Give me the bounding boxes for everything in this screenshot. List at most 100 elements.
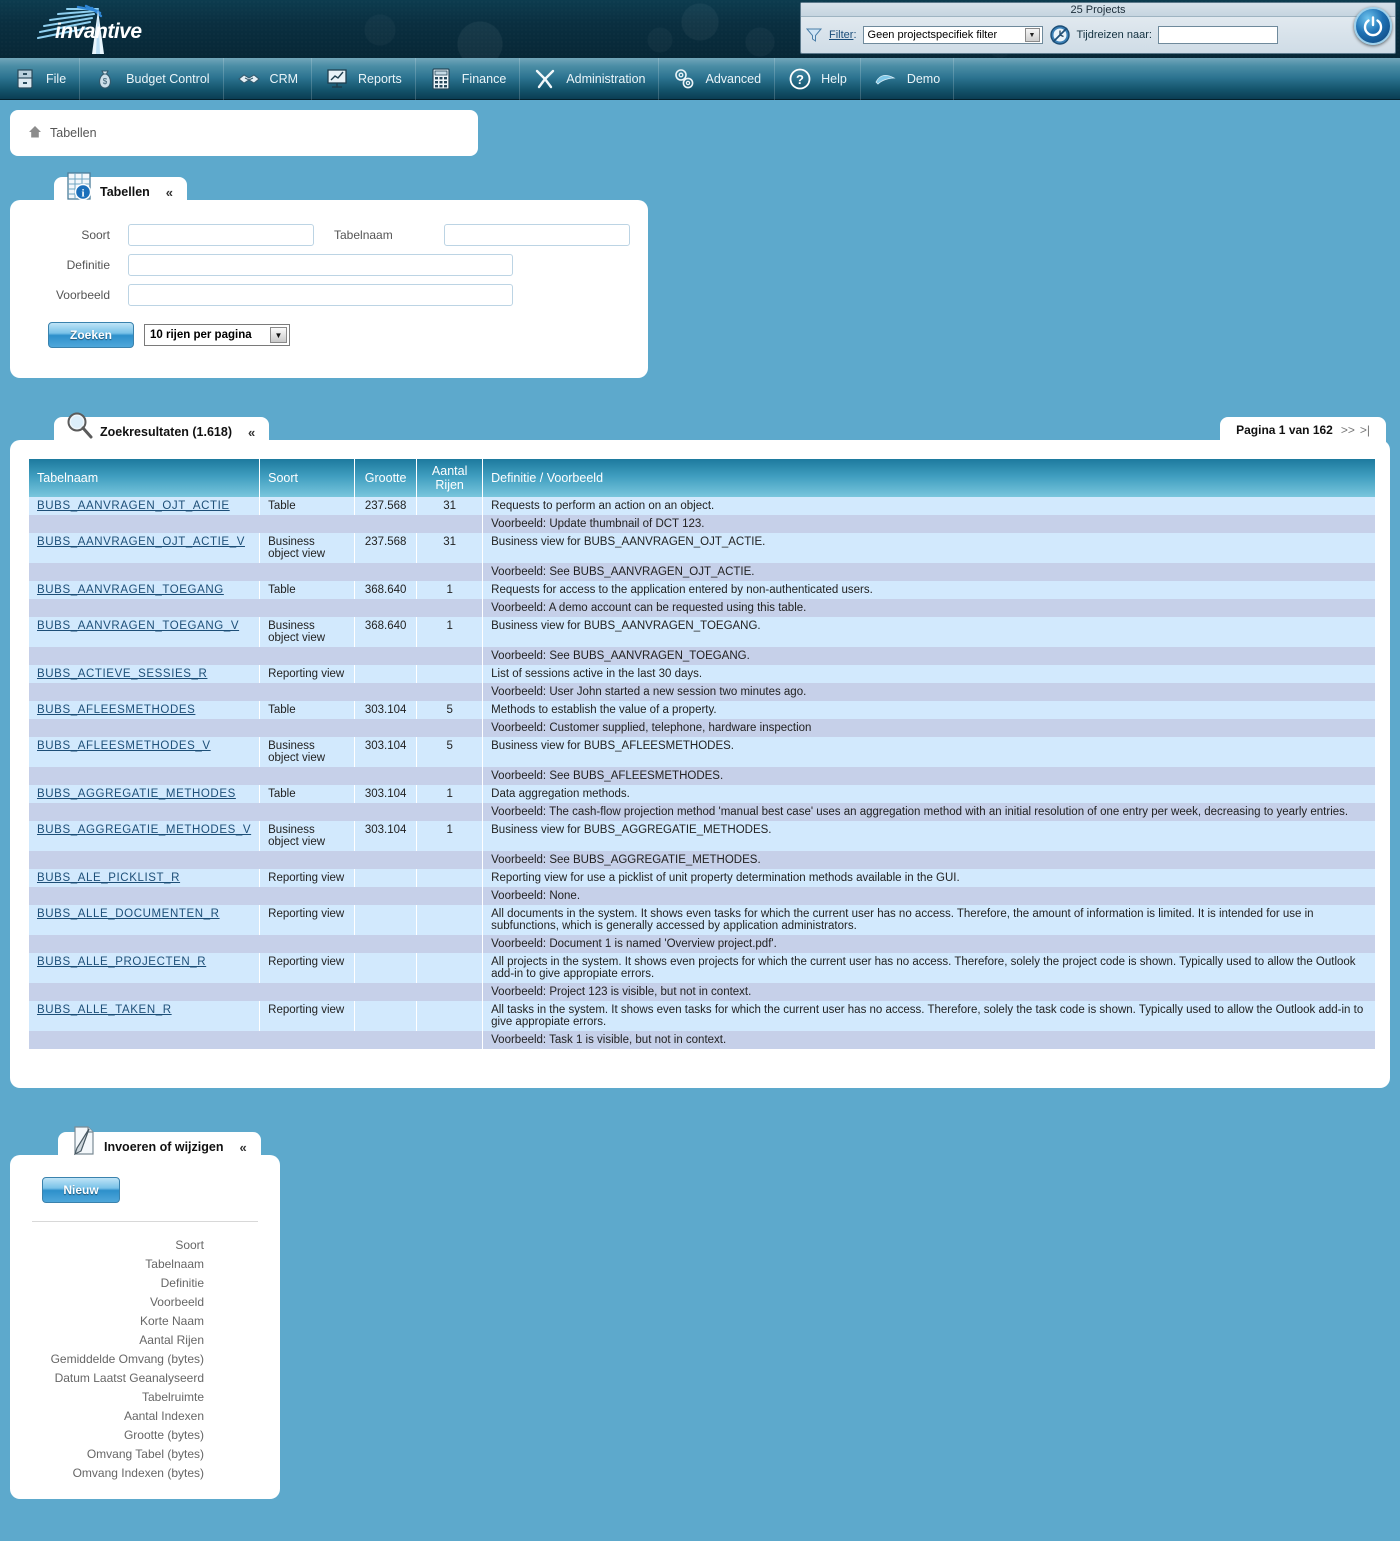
cell-tabelnaam: BUBS_AFLEESMETHODES <box>29 701 261 719</box>
search-panel-tab[interactable]: i Tabellen « <box>54 172 188 207</box>
new-button[interactable]: Nieuw <box>42 1177 120 1203</box>
cell-grootte <box>354 869 418 887</box>
rows-per-page-select[interactable]: 10 rijen per pagina ▼ <box>144 324 290 346</box>
tools-icon <box>533 67 557 91</box>
cell-spacer <box>29 935 484 953</box>
handshake-icon <box>237 67 261 91</box>
column-header-aantal-rijen[interactable]: Aantal Rijen <box>416 459 484 497</box>
cell-spacer <box>29 767 484 785</box>
table-name-link[interactable]: BUBS_AANVRAGEN_TOEGANG_V <box>37 620 239 632</box>
column-header-grootte[interactable]: Grootte <box>354 459 418 497</box>
cell-spacer <box>29 647 484 665</box>
calculator-icon <box>429 67 453 91</box>
table-name-link[interactable]: BUBS_AANVRAGEN_OJT_ACTIE <box>37 500 230 512</box>
table-name-link[interactable]: BUBS_AANVRAGEN_OJT_ACTIE_V <box>37 536 245 548</box>
table-name-link[interactable]: BUBS_ACTIEVE_SESSIES_R <box>37 668 207 680</box>
time-travel-label: Tijdreizen naar: <box>1076 29 1152 41</box>
table-row: BUBS_AANVRAGEN_TOEGANG Table 368.640 1 Reque… <box>29 581 1375 599</box>
project-filter-select[interactable]: Geen projectspecifiek filter ▼ <box>862 26 1043 44</box>
question-icon: ? <box>788 67 812 91</box>
table-name-link[interactable]: BUBS_AANVRAGEN_TOEGANG <box>37 584 224 596</box>
menu-item-reports[interactable]: Reports <box>312 57 416 100</box>
cell-tabelnaam: BUBS_AANVRAGEN_OJT_ACTIE_V <box>29 533 261 563</box>
table-name-link[interactable]: BUBS_ALLE_PROJECTEN_R <box>37 956 206 968</box>
cell-aantal-rijen: 1 <box>416 581 484 599</box>
cell-voorbeeld: Voorbeeld: See BUBS_AFLEESMETHODES. <box>482 767 1375 785</box>
pagination-label: Pagina 1 van 162 <box>1236 422 1333 437</box>
power-icon[interactable] <box>1354 7 1392 45</box>
cell-spacer <box>29 983 484 1001</box>
funnel-icon <box>805 26 823 44</box>
home-icon[interactable] <box>28 125 42 142</box>
table-name-link[interactable]: BUBS_ALE_PICKLIST_R <box>37 872 180 884</box>
pagination-last-button[interactable]: >| <box>1360 423 1370 437</box>
cell-spacer <box>29 851 484 869</box>
chevron-down-icon[interactable]: ▼ <box>1024 28 1040 42</box>
chevron-up-icon[interactable]: « <box>166 185 173 200</box>
table-row: BUBS_ALLE_TAKEN_R Reporting view All tasks… <box>29 1001 1375 1031</box>
presentation-icon <box>325 67 349 91</box>
pencil-document-icon <box>66 1124 100 1158</box>
search-button[interactable]: Zoeken <box>48 322 134 348</box>
edit-field-label: Gemiddelde Omvang (bytes) <box>50 1352 204 1366</box>
column-header-soort[interactable]: Soort <box>259 459 356 497</box>
cell-grootte: 303.104 <box>354 737 418 767</box>
edit-field-label: Tabelnaam <box>145 1257 204 1271</box>
table-row-voorbeeld: Voorbeeld: Document 1 is named 'Overview… <box>29 935 1375 953</box>
table-name-link[interactable]: BUBS_ALLE_TAKEN_R <box>37 1004 172 1016</box>
column-header-tabelnaam[interactable]: Tabelnaam <box>29 459 261 497</box>
edit-field-label: Korte Naam <box>139 1314 204 1328</box>
tabelnaam-input[interactable] <box>444 224 630 246</box>
cell-voorbeeld: Voorbeeld: Update thumbnail of DCT 123. <box>482 515 1375 533</box>
cell-spacer <box>29 803 484 821</box>
results-table-body: BUBS_AANVRAGEN_OJT_ACTIE Table 237.568 31 Re… <box>29 497 1375 1049</box>
table-name-link[interactable]: BUBS_ALLE_DOCUMENTEN_R <box>37 908 220 920</box>
results-header-row: Tabelnaam Soort Grootte Aantal Rijen Def… <box>29 459 1375 497</box>
chevron-down-icon[interactable]: ▼ <box>270 327 287 343</box>
voorbeeld-input[interactable] <box>128 284 513 306</box>
column-header-definitie-voorbeeld[interactable]: Definitie / Voorbeeld <box>482 459 1375 497</box>
cell-spacer <box>29 887 484 905</box>
menu-item-budget-control[interactable]: $ Budget Control <box>80 57 224 100</box>
results-panel-tab[interactable]: Zoekresultaten (1.618) « <box>54 412 270 447</box>
cell-tabelnaam: BUBS_AGGREGATIE_METHODES_V <box>29 821 261 851</box>
edit-panel-tab[interactable]: Invoeren of wijzigen « <box>58 1126 261 1162</box>
menu-item-file[interactable]: File <box>0 57 81 100</box>
cell-soort: Reporting view <box>259 953 356 983</box>
breadcrumb-item-tabellen[interactable]: Tabellen <box>50 126 97 140</box>
table-name-link[interactable]: BUBS_AFLEESMETHODES <box>37 704 195 716</box>
cell-soort: Business object view <box>259 737 356 767</box>
menu-item-advanced[interactable]: Advanced <box>659 57 776 100</box>
filter-link-text: Filter <box>829 29 854 41</box>
cell-spacer <box>29 515 484 533</box>
edit-field-label: Omvang Tabel (bytes) <box>86 1447 204 1461</box>
cell-voorbeeld: Voorbeeld: See BUBS_AANVRAGEN_TOEGANG. <box>482 647 1375 665</box>
table-row: BUBS_AGGREGATIE_METHODES Table 303.104 1 Dat… <box>29 785 1375 803</box>
cell-soort: Reporting view <box>259 869 356 887</box>
definitie-input[interactable] <box>128 254 513 276</box>
time-travel-input[interactable] <box>1157 26 1278 44</box>
menu-item-finance[interactable]: Finance <box>416 57 521 100</box>
table-name-link[interactable]: BUBS_AFLEESMETHODES_V <box>37 740 211 752</box>
cell-spacer <box>29 719 484 737</box>
table-row: BUBS_AGGREGATIE_METHODES_V Business objec… <box>29 821 1375 851</box>
cell-voorbeeld: Voorbeeld: A demo account can be request… <box>482 599 1375 617</box>
soort-input[interactable] <box>128 224 314 246</box>
menu-item-demo[interactable]: Demo <box>861 57 955 100</box>
magnifier-icon <box>62 409 96 443</box>
svg-text:$: $ <box>103 77 108 86</box>
cell-grootte: 303.104 <box>354 785 418 803</box>
chevron-up-icon[interactable]: « <box>239 1140 246 1155</box>
menu-item-administration[interactable]: Administration <box>520 57 660 100</box>
table-name-link[interactable]: BUBS_AGGREGATIE_METHODES_V <box>37 824 251 836</box>
menu-item-crm[interactable]: CRM <box>224 57 313 100</box>
table-name-link[interactable]: BUBS_AGGREGATIE_METHODES <box>37 788 236 800</box>
chevron-up-icon[interactable]: « <box>248 425 255 440</box>
edit-field-label: Voorbeeld <box>149 1295 204 1309</box>
table-row-voorbeeld: Voorbeeld: See BUBS_AGGREGATIE_METHODES. <box>29 851 1375 869</box>
pagination-next-button[interactable]: >> <box>1341 423 1355 437</box>
table-row-voorbeeld: Voorbeeld: Task 1 is visible, but not in… <box>29 1031 1375 1049</box>
filter-link[interactable]: Filter: <box>829 29 857 41</box>
menu-item-help[interactable]: ? Help <box>775 57 861 100</box>
menu-item-crm-label: CRM <box>269 71 299 86</box>
